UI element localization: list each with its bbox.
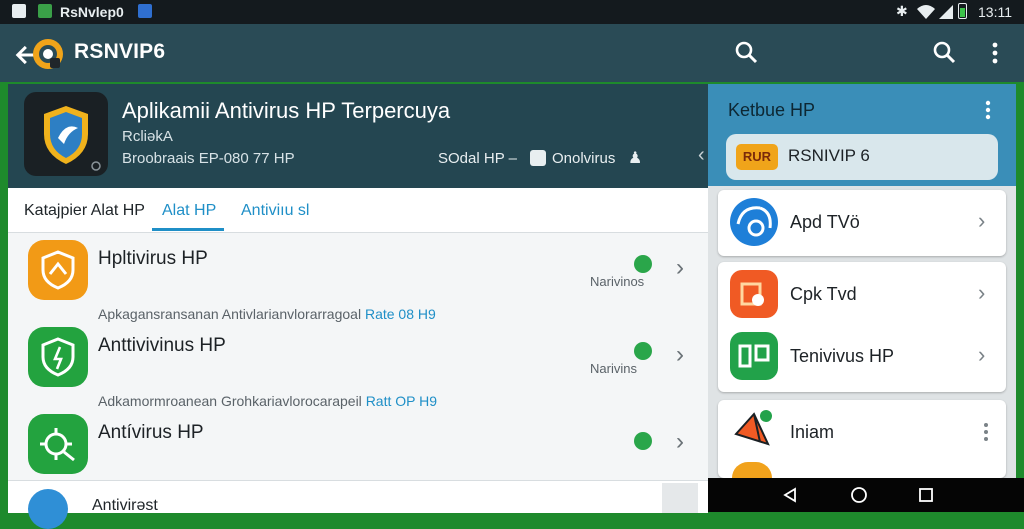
drawer-item-label: Iniam	[790, 422, 835, 442]
list-item-meta: Narivinos	[590, 274, 645, 289]
list-item-description: Adkamormroanean Grohkariavlorocarapeil R…	[98, 393, 438, 409]
shield-icon	[28, 327, 88, 387]
app-notification-icon	[38, 4, 52, 18]
chevron-right-icon[interactable]: ›	[676, 341, 684, 369]
drawer-group: Cpk Tvd › Tenivivus HP ›	[718, 262, 1006, 392]
more-vert-icon[interactable]	[982, 38, 1012, 68]
wifi-icon	[917, 5, 935, 19]
shield-icon	[28, 240, 88, 300]
tab-alat-hp[interactable]: Alat HP	[162, 202, 216, 220]
notification-icon	[12, 4, 26, 18]
more-vert-icon[interactable]	[980, 420, 992, 444]
drawer-header: Ketbue HP RUR RSNIVIP 6	[708, 84, 1016, 186]
list-item[interactable]: Anttivivinus HP Narivins › Adkamormroane…	[8, 323, 708, 409]
app-icon	[28, 489, 68, 529]
list-item-description: Apkagansransanan Antivlarianvlorarragoal…	[98, 306, 436, 322]
drawer-item-label: Apd TVö	[790, 212, 860, 232]
chevron-right-icon[interactable]: ›	[676, 254, 684, 282]
search-icon[interactable]	[930, 38, 960, 68]
toolbar-title: RSNVIP6	[74, 40, 166, 63]
status-bar: RsNvlep0 ✱ 13:11	[0, 0, 1024, 24]
list-item-title: Hpltivirus HP	[98, 248, 208, 269]
clock: 13:11	[978, 4, 1012, 20]
list-item[interactable]: Antívirus HP ›	[8, 410, 708, 480]
folder-icon[interactable]	[662, 483, 698, 513]
list-item-title: Anttivivinus HP	[98, 335, 226, 356]
app-icon	[730, 198, 778, 246]
system-nav-bar	[708, 478, 1024, 512]
search-icon[interactable]	[732, 38, 762, 68]
tab-antivirus[interactable]: Antiviıu sl	[241, 202, 309, 220]
app-logo-icon	[33, 39, 63, 69]
app-header: Aplikamii Antivirus HP Terpercuya Rcliək…	[8, 84, 708, 188]
tab-bar: Katajpier Alat HP Alat HP Antiviıu sl	[8, 188, 708, 233]
back-triangle-icon[interactable]	[782, 487, 798, 503]
shield-notification-icon	[138, 4, 152, 18]
drawer-item-label[interactable]: Cpk Tvd	[790, 284, 857, 305]
verified-badge-icon	[634, 342, 652, 360]
verified-badge-icon	[634, 255, 652, 273]
chevron-left-icon[interactable]: ‹	[698, 144, 705, 167]
list-item[interactable]: Antivirəst	[8, 480, 708, 529]
app-icon	[732, 462, 772, 478]
category-icon	[530, 150, 546, 166]
home-circle-icon[interactable]	[850, 486, 868, 504]
drawer-item[interactable]: Iniam	[718, 400, 1006, 478]
developer-label: SOdal HP –	[438, 150, 517, 167]
person-icon: ♟	[628, 150, 643, 167]
signal-icon	[939, 5, 953, 19]
verified-badge-icon	[634, 432, 652, 450]
more-vert-icon[interactable]	[980, 98, 996, 122]
chevron-right-icon[interactable]: ›	[676, 428, 684, 456]
category-label: Onolvirus	[552, 150, 616, 167]
bluetooth-icon: ✱	[896, 3, 908, 19]
recents-square-icon[interactable]	[918, 487, 934, 503]
gear-icon	[28, 414, 88, 474]
app-icon	[730, 332, 778, 380]
app-shield-logo-icon	[24, 92, 108, 176]
drawer-selected-item[interactable]: RUR RSNIVIP 6	[726, 134, 998, 180]
selected-item-label: RSNIVIP 6	[788, 146, 870, 165]
selected-item-badge: RUR	[736, 144, 778, 170]
list-item-meta: Narivins	[590, 361, 637, 376]
list-item-title: Antivirəst	[92, 497, 158, 514]
app-subtitle: RcliəkA	[122, 128, 173, 145]
pin-flag-icon	[734, 410, 772, 446]
toolbox-icon	[730, 270, 778, 318]
chevron-right-icon[interactable]: ›	[978, 280, 985, 306]
battery-icon	[958, 3, 967, 19]
tab-indicator	[152, 228, 224, 231]
app-title: Aplikamii Antivirus HP Terpercuya	[122, 98, 451, 123]
list-item[interactable]: Hpltivirus HP Narivinos › Apkagansransan…	[8, 236, 708, 322]
drawer-title: Ketbue HP	[728, 100, 816, 120]
status-app-name: RsNvlep0	[60, 4, 124, 20]
drawer-item[interactable]: Apd TVö ›	[718, 190, 1006, 256]
tab-katajpier[interactable]: Katajpier Alat HP	[24, 202, 145, 220]
chevron-right-icon[interactable]: ›	[978, 342, 985, 368]
chevron-right-icon[interactable]: ›	[978, 208, 985, 234]
list-item-title: Antívirus HP	[98, 422, 204, 443]
top-toolbar: RSNVIP6	[0, 24, 1024, 82]
drawer-item-label[interactable]: Tenivivus HP	[790, 346, 894, 367]
app-meta: Broobraais EP-080 77 HP	[122, 150, 295, 167]
